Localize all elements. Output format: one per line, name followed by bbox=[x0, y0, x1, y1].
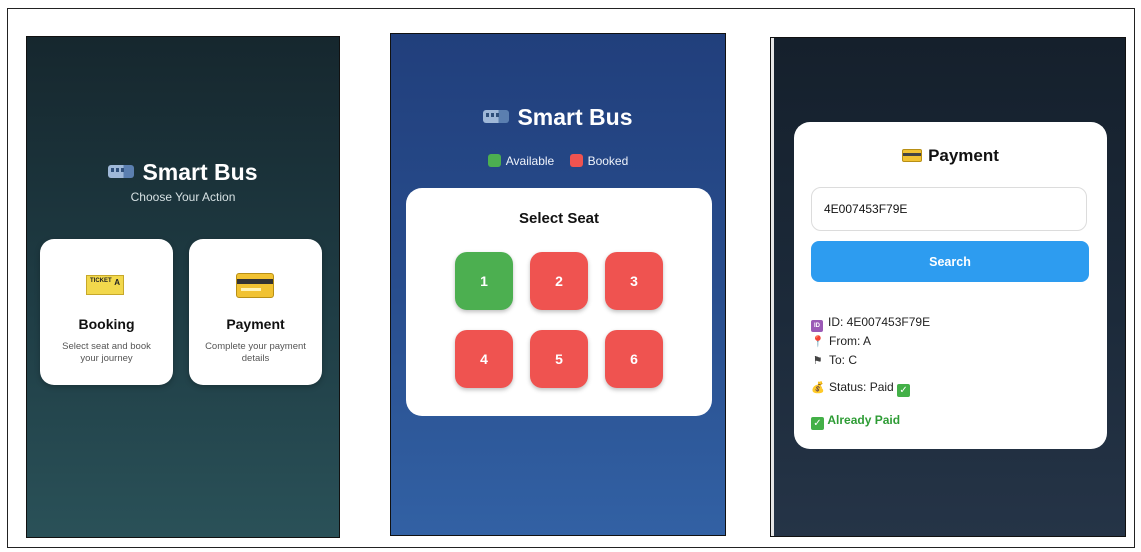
status-text: Status: Paid bbox=[829, 380, 894, 394]
app-brand: Smart Bus bbox=[391, 104, 725, 131]
seat-6-button[interactable]: 6 bbox=[605, 330, 663, 388]
payment-title: Payment bbox=[794, 146, 1107, 166]
booking-card-description: Select seat and book your journey bbox=[62, 341, 151, 364]
legend-booked: Booked bbox=[569, 154, 629, 168]
flag-icon: ⚑ bbox=[812, 355, 823, 367]
booked-swatch bbox=[569, 154, 583, 167]
to-text: To: C bbox=[829, 353, 858, 367]
check-icon: ✓ bbox=[897, 384, 911, 397]
credit-card-icon bbox=[902, 149, 923, 162]
rfid-search-input[interactable] bbox=[811, 187, 1087, 231]
ticket-icon-letter: A bbox=[114, 278, 120, 287]
home-subtitle: Choose Your Action bbox=[130, 190, 236, 204]
payment-panel: Payment Search ID ID: 4E007453F79E 📍 From:… bbox=[794, 122, 1107, 449]
seat-4-button[interactable]: 4 bbox=[455, 330, 513, 388]
seat-panel-title: Select Seat bbox=[518, 210, 600, 227]
seat-5-button[interactable]: 5 bbox=[530, 330, 588, 388]
seat-3-button[interactable]: 3 bbox=[605, 252, 663, 310]
pin-icon: 📍 bbox=[811, 336, 825, 348]
from-text: From: A bbox=[829, 334, 872, 348]
id-text: ID: 4E007453F79E bbox=[828, 315, 931, 329]
seat-1-button[interactable]: 1 bbox=[455, 252, 513, 310]
seat-panel: Select Seat 1 2 3 4 5 6 bbox=[406, 188, 712, 416]
to-line: ⚑ To: C bbox=[811, 353, 857, 367]
seat-legend: Available Booked bbox=[391, 154, 725, 168]
id-icon: ID bbox=[811, 320, 823, 332]
payment-card-description: Complete your payment details bbox=[205, 341, 306, 364]
from-line: 📍 From: A bbox=[811, 334, 871, 348]
ticket-icon: TICKET A bbox=[86, 275, 124, 295]
paid-message: Already Paid bbox=[827, 413, 901, 427]
bus-icon bbox=[108, 165, 135, 179]
booking-card-title: Booking bbox=[78, 316, 135, 332]
seat-2-button[interactable]: 2 bbox=[530, 252, 588, 310]
ticket-icon-text: TICKET bbox=[90, 278, 112, 284]
app-name: Smart Bus bbox=[517, 104, 633, 130]
payment-title-text: Payment bbox=[928, 146, 999, 165]
money-bag-icon: 💰 bbox=[811, 382, 825, 394]
payment-card-title: Payment bbox=[226, 316, 285, 332]
home-screen: Smart Bus Choose Your Action TICKET A Bo… bbox=[26, 36, 340, 538]
legend-available: Available bbox=[487, 154, 555, 168]
paid-message-line: ✓ Already Paid bbox=[811, 413, 900, 430]
credit-card-icon bbox=[236, 273, 274, 298]
app-name: Smart Bus bbox=[142, 159, 258, 185]
booking-card[interactable]: TICKET A Booking Select seat and book yo… bbox=[40, 239, 173, 385]
status-line: 💰 Status: Paid ✓ bbox=[811, 380, 911, 397]
available-swatch bbox=[487, 154, 501, 167]
search-button[interactable]: Search bbox=[811, 241, 1089, 282]
check-icon: ✓ bbox=[811, 417, 824, 430]
legend-available-label: Available bbox=[505, 154, 555, 168]
payment-screen: Payment Search ID ID: 4E007453F79E 📍 From:… bbox=[770, 37, 1126, 537]
seat-selection-screen: Smart Bus Available Booked Select Seat 1… bbox=[390, 33, 726, 536]
bus-icon bbox=[483, 110, 510, 124]
legend-booked-label: Booked bbox=[587, 154, 629, 168]
payment-card[interactable]: Payment Complete your payment details bbox=[189, 239, 322, 385]
app-brand: Smart Bus bbox=[27, 159, 339, 186]
id-line: ID ID: 4E007453F79E bbox=[811, 315, 930, 332]
